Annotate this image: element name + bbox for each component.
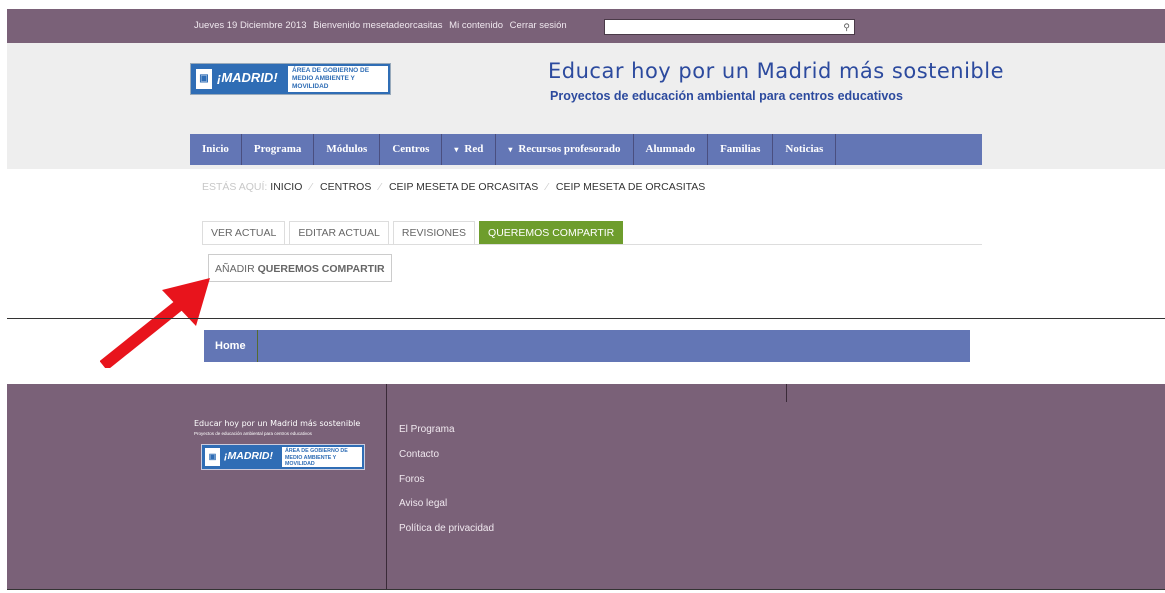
top-bar: Jueves 19 Diciembre 2013 Bienvenido mese… <box>7 9 1165 43</box>
footer-logo-title: Educar hoy por un Madrid más sostenible <box>194 419 361 428</box>
breadcrumb-separator: ⁄ <box>546 181 548 193</box>
breadcrumb-prefix: ESTÁS AQUÍ: <box>202 181 268 193</box>
breadcrumb-item-current: CEIP MESETA DE ORCASITAS <box>555 181 706 193</box>
add-queremos-compartir-button[interactable]: AÑADIR QUEREMOS COMPARTIR <box>208 254 392 282</box>
tab-revisiones[interactable]: REVISIONES <box>392 221 476 244</box>
current-date: Jueves 19 Diciembre 2013 <box>194 20 307 31</box>
user-meta: Jueves 19 Diciembre 2013 Bienvenido mese… <box>194 9 571 43</box>
logo-area-text: ÁREA DE GOBIERNO DE MEDIO AMBIENTE Y MOV… <box>288 66 388 92</box>
tab-editar-actual[interactable]: EDITAR ACTUAL <box>289 221 389 244</box>
tab-divider <box>202 244 982 245</box>
site-subtitle: Proyectos de educación ambiental para ce… <box>550 89 903 103</box>
nav-item-home[interactable]: Home <box>204 330 258 362</box>
footer-link-programa[interactable]: El Programa <box>399 424 455 435</box>
breadcrumb-item-centro[interactable]: CEIP MESETA DE ORCASITAS <box>389 181 538 193</box>
footer-link-privacidad[interactable]: Política de privacidad <box>399 523 494 534</box>
nav-label: Alumnado <box>645 143 696 155</box>
my-content-link[interactable]: Mi contenido <box>449 20 503 31</box>
secondary-navigation: Home <box>204 330 970 362</box>
add-button-prefix: AÑADIR <box>215 263 255 275</box>
nav-label: Programa <box>253 143 302 155</box>
section-divider <box>7 318 1165 319</box>
tab-bar: VER ACTUAL EDITAR ACTUAL REVISIONES QUER… <box>202 221 627 245</box>
breadcrumb-item-centros[interactable]: CENTROS <box>320 181 371 193</box>
nav-label: Centros <box>392 143 430 155</box>
nav-item-familias[interactable]: Familias <box>708 134 774 165</box>
footer-tick-divider <box>786 384 787 402</box>
footer-logo-area-text: ÁREA DE GOBIERNO DE MEDIO AMBIENTE Y MOV… <box>282 447 362 467</box>
madrid-logo[interactable]: ▣ ¡MADRID! ÁREA DE GOBIERNO DE MEDIO AMB… <box>190 63 391 95</box>
logout-link[interactable]: Cerrar sesión <box>510 20 567 31</box>
nav-label: Noticias <box>785 143 824 155</box>
nav-item-centros[interactable]: Centros <box>380 134 443 165</box>
site-title[interactable]: Educar hoy por un Madrid más sostenible <box>548 59 1004 83</box>
chevron-down-icon: ▾ <box>508 145 513 154</box>
site-footer: El Programa Contacto Foros Aviso legal P… <box>7 384 1165 589</box>
footer-divider <box>386 384 387 589</box>
footer-link-aviso-legal[interactable]: Aviso legal <box>399 498 447 509</box>
breadcrumb-item-inicio[interactable]: INICIO <box>270 181 302 193</box>
footer-logo-madrid-text: ¡MADRID! <box>224 450 273 462</box>
tab-ver-actual[interactable]: VER ACTUAL <box>202 221 286 244</box>
nav-item-modulos[interactable]: Módulos <box>314 134 381 165</box>
search-input[interactable]: ⚲ <box>604 19 855 35</box>
main-navigation: Inicio Programa Módulos Centros ▾ Red ▾ Re… <box>190 134 982 165</box>
content-panel: VER ACTUAL EDITAR ACTUAL REVISIONES QUER… <box>188 212 982 288</box>
footer-madrid-logo[interactable]: ▣ ¡MADRID! ÁREA DE GOBIERNO DE MEDIO AMB… <box>201 444 365 470</box>
breadcrumb-separator: ⁄ <box>379 181 382 193</box>
nav-item-recursos-profesorado[interactable]: ▾ Recursos profesorado <box>496 134 634 165</box>
breadcrumb: ESTÁS AQUÍ: INICIO ⁄ CENTROS ⁄ CEIP MESE… <box>188 172 982 202</box>
nav-item-red[interactable]: ▾ Red <box>442 134 497 165</box>
nav-item-inicio[interactable]: Inicio <box>190 134 242 165</box>
tab-queremos-compartir[interactable]: QUEREMOS COMPARTIR <box>479 221 624 244</box>
footer-link-foros[interactable]: Foros <box>399 474 425 485</box>
breadcrumb-separator: ⁄ <box>310 181 313 193</box>
nav-item-noticias[interactable]: Noticias <box>773 134 837 165</box>
madrid-crest-icon: ▣ <box>205 448 220 466</box>
madrid-crest-icon: ▣ <box>195 68 213 90</box>
nav-label: Recursos profesorado <box>518 143 621 155</box>
nav-item-programa[interactable]: Programa <box>242 134 315 165</box>
nav-item-alumnado[interactable]: Alumnado <box>634 134 709 165</box>
add-button-label: QUEREMOS COMPARTIR <box>257 263 385 275</box>
chevron-down-icon: ▾ <box>454 145 459 154</box>
logo-madrid-text: ¡MADRID! <box>217 70 278 85</box>
nav-label: Familias <box>720 143 761 155</box>
search-icon[interactable]: ⚲ <box>843 21 850 34</box>
footer-logo-subtitle: Proyectos de educación ambiental para ce… <box>194 431 312 436</box>
nav-label: Red <box>464 143 484 155</box>
bottom-border <box>7 589 1165 590</box>
nav-label: Módulos <box>326 143 368 155</box>
welcome-text: Bienvenido mesetadeorcasitas <box>313 20 443 31</box>
nav-label: Inicio <box>202 143 229 155</box>
footer-link-contacto[interactable]: Contacto <box>399 449 439 460</box>
